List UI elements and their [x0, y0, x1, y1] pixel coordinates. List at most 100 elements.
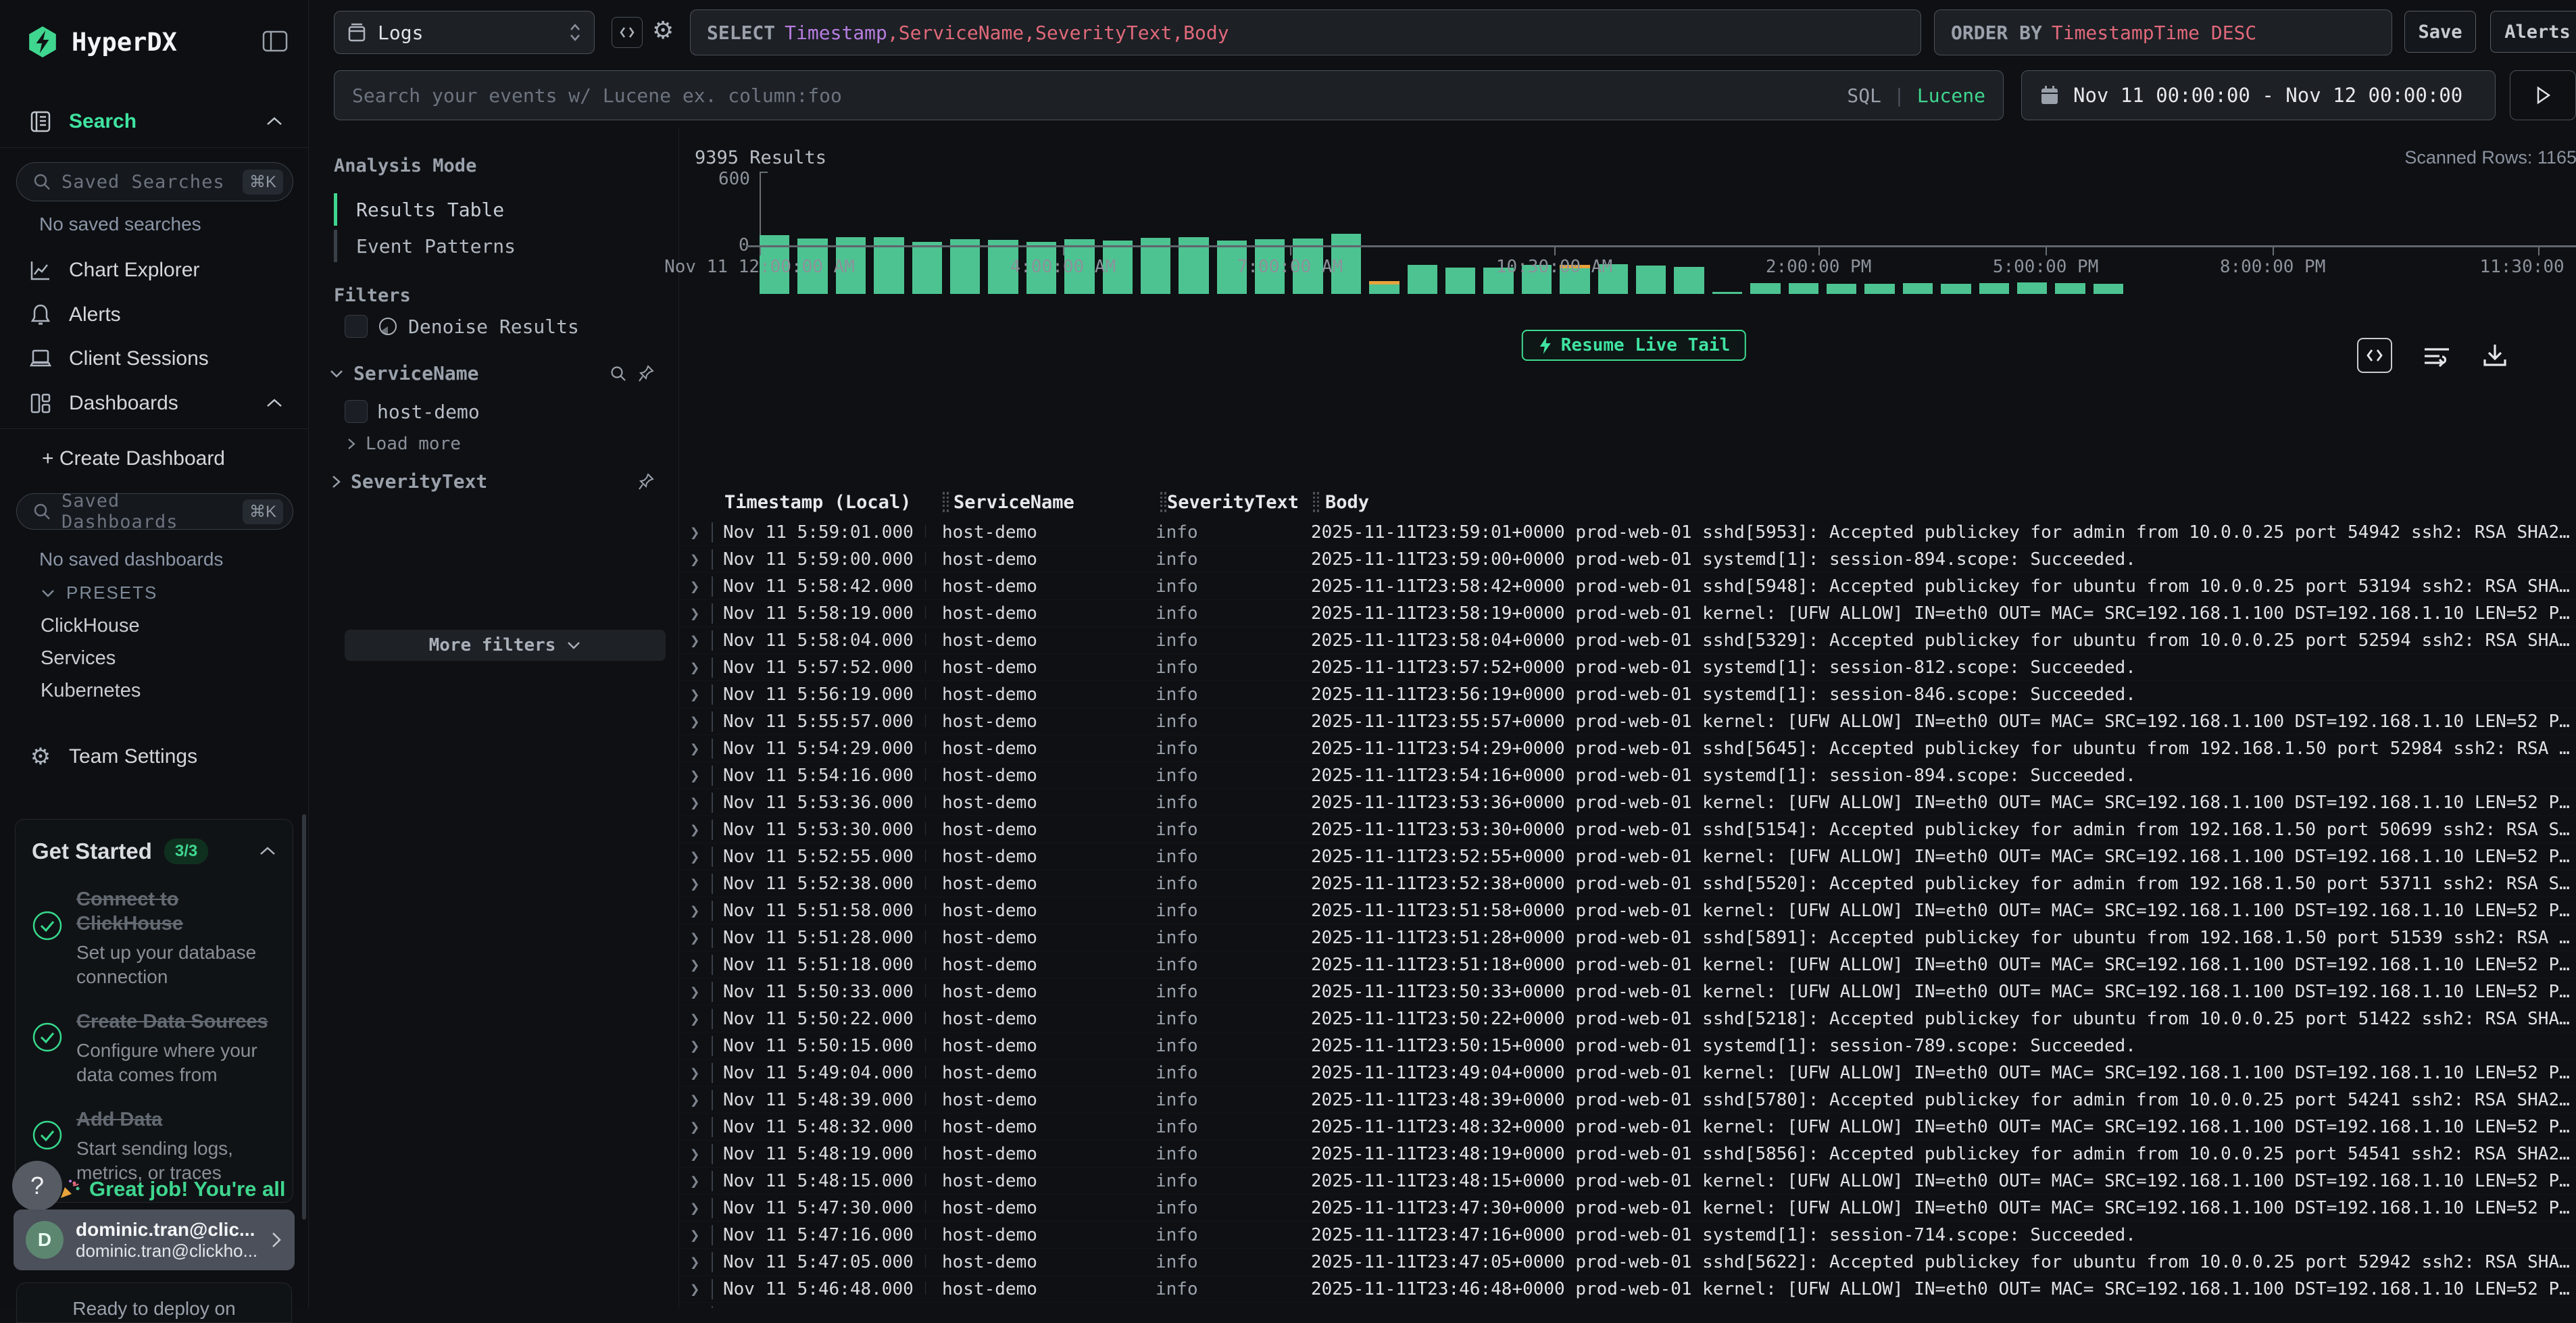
expand-row-icon[interactable]: ❯	[679, 604, 702, 623]
expand-row-icon[interactable]: ❯	[679, 1253, 702, 1272]
run-query-button[interactable]	[2510, 70, 2576, 120]
source-select[interactable]: Logs	[334, 11, 595, 54]
code-toggle-button[interactable]	[612, 17, 643, 48]
table-row[interactable]: ❯Nov 11 5:56:19.000 PMhost-demoinfo2025-…	[679, 681, 2576, 708]
table-row[interactable]: ❯Nov 11 5:46:48.000 PMhost-demoinfo2025-…	[679, 1276, 2576, 1303]
expand-row-icon[interactable]: ❯	[679, 1009, 702, 1028]
expand-row-icon[interactable]: ❯	[679, 1064, 702, 1082]
table-row[interactable]: ❯Nov 11 5:52:55.000 PMhost-demoinfo2025-…	[679, 843, 2576, 870]
preset-services[interactable]: Services	[41, 647, 116, 670]
expand-row-icon[interactable]: ❯	[679, 1226, 702, 1245]
expand-row-icon[interactable]: ❯	[679, 550, 702, 569]
help-button[interactable]: ?	[12, 1161, 62, 1211]
preset-clickhouse[interactable]: ClickHouse	[41, 615, 140, 637]
histogram-bar[interactable]	[1712, 292, 1742, 294]
table-row[interactable]: ❯Nov 11 5:59:01.000 PMhost-demoinfo2025-…	[679, 519, 2576, 546]
settings-gear-icon[interactable]: ⚙	[652, 16, 674, 45]
host-demo-checkbox[interactable]	[345, 400, 368, 423]
table-row[interactable]: ❯Nov 11 5:47:05.000 PMhost-demoinfo2025-…	[679, 1249, 2576, 1276]
table-row[interactable]: ❯Nov 11 5:48:39.000 PMhost-demoinfo2025-…	[679, 1087, 2576, 1114]
sidebar-item-team-settings[interactable]: ⚙ Team Settings	[27, 743, 284, 770]
table-row[interactable]: ❯Nov 11 5:45:31.000 PMhost-demoinfo2025-…	[679, 1303, 2576, 1308]
column-resize-handle[interactable]	[943, 492, 945, 512]
denoise-filter[interactable]: Denoise Results	[345, 315, 655, 338]
table-row[interactable]: ❯Nov 11 5:51:58.000 PMhost-demoinfo2025-…	[679, 897, 2576, 924]
facet-severitytext[interactable]: SeverityText	[330, 470, 666, 493]
table-row[interactable]: ❯Nov 11 5:51:28.000 PMhost-demoinfo2025-…	[679, 924, 2576, 951]
pin-icon[interactable]	[637, 472, 655, 491]
more-filters-button[interactable]: More filters	[345, 630, 666, 661]
table-row[interactable]: ❯Nov 11 5:59:00.000 PMhost-demoinfo2025-…	[679, 546, 2576, 573]
table-row[interactable]: ❯Nov 11 5:48:32.000 PMhost-demoinfo2025-…	[679, 1114, 2576, 1141]
table-row[interactable]: ❯Nov 11 5:54:16.000 PMhost-demoinfo2025-…	[679, 762, 2576, 789]
wrap-text-icon[interactable]	[2422, 343, 2452, 368]
save-button[interactable]: Save	[2404, 11, 2476, 53]
date-range-picker[interactable]: Nov 11 00:00:00 - Nov 12 00:00:00	[2021, 70, 2496, 120]
sidebar-item-client-sessions[interactable]: Client Sessions	[27, 347, 284, 370]
expand-row-icon[interactable]: ❯	[679, 523, 702, 542]
get-started-task[interactable]: Create Data SourcesConfigure where your …	[32, 1009, 276, 1087]
expand-row-icon[interactable]: ❯	[679, 1118, 702, 1137]
presets-toggle[interactable]: PRESETS	[41, 582, 157, 603]
column-resize-handle[interactable]	[1160, 492, 1162, 512]
load-more-button[interactable]: Load more	[347, 434, 461, 454]
table-row[interactable]: ❯Nov 11 5:48:15.000 PMhost-demoinfo2025-…	[679, 1168, 2576, 1195]
expand-row-icon[interactable]: ❯	[679, 793, 702, 812]
expand-row-icon[interactable]: ❯	[679, 1280, 702, 1299]
expand-row-icon[interactable]: ❯	[679, 658, 702, 677]
expand-row-icon[interactable]: ❯	[679, 1145, 702, 1164]
expand-row-icon[interactable]: ❯	[679, 685, 702, 704]
get-started-task[interactable]: Add DataStart sending logs, metrics, or …	[32, 1107, 276, 1185]
expand-row-icon[interactable]: ❯	[679, 577, 702, 596]
sidebar-item-search[interactable]: Search	[27, 109, 284, 134]
table-row[interactable]: ❯Nov 11 5:52:38.000 PMhost-demoinfo2025-…	[679, 870, 2576, 897]
lang-sql-toggle[interactable]: SQL	[1847, 84, 1881, 107]
denoise-checkbox[interactable]	[345, 315, 368, 338]
expand-row-icon[interactable]: ❯	[679, 1091, 702, 1109]
table-row[interactable]: ❯Nov 11 5:55:57.000 PMhost-demoinfo2025-…	[679, 708, 2576, 735]
download-icon[interactable]	[2481, 342, 2508, 369]
expand-row-icon[interactable]: ❯	[679, 874, 702, 893]
alerts-button[interactable]: Alerts	[2490, 11, 2576, 53]
chevron-up-icon[interactable]	[259, 846, 276, 857]
saved-searches-input[interactable]: Saved Searches ⌘K	[16, 162, 293, 201]
table-row[interactable]: ❯Nov 11 5:47:16.000 PMhost-demoinfo2025-…	[679, 1222, 2576, 1249]
select-clause-input[interactable]: SELECT Timestamp,ServiceName,SeverityTex…	[690, 9, 1921, 55]
expand-row-icon[interactable]: ❯	[679, 901, 702, 920]
sidebar-item-alerts[interactable]: Alerts	[27, 303, 284, 327]
resume-live-tail-button[interactable]: Resume Live Tail	[1522, 330, 1746, 361]
expand-row-icon[interactable]: ❯	[679, 955, 702, 974]
event-search-input[interactable]: Search your events w/ Lucene ex. column:…	[334, 70, 2004, 120]
col-body[interactable]: Body	[1325, 492, 1369, 513]
col-severitytext[interactable]: SeverityText	[1167, 492, 1299, 513]
table-row[interactable]: ❯Nov 11 5:53:36.000 PMhost-demoinfo2025-…	[679, 789, 2576, 816]
table-row[interactable]: ❯Nov 11 5:54:29.000 PMhost-demoinfo2025-…	[679, 735, 2576, 762]
user-menu[interactable]: D dominic.tran@clic... dominic.tran@clic…	[14, 1209, 295, 1270]
table-row[interactable]: ❯Nov 11 5:50:15.000 PMhost-demoinfo2025-…	[679, 1032, 2576, 1059]
table-row[interactable]: ❯Nov 11 5:48:19.000 PMhost-demoinfo2025-…	[679, 1141, 2576, 1168]
facet-value-host-demo[interactable]: host-demo	[345, 400, 480, 423]
sidebar-scrollbar[interactable]	[302, 814, 306, 1220]
table-row[interactable]: ❯Nov 11 5:51:18.000 PMhost-demoinfo2025-…	[679, 951, 2576, 978]
facet-search-icon[interactable]	[609, 364, 628, 383]
pin-icon[interactable]	[637, 364, 655, 383]
sidebar-item-chart-explorer[interactable]: Chart Explorer	[27, 258, 284, 282]
lang-lucene-toggle[interactable]: Lucene	[1917, 84, 1985, 107]
expand-row-icon[interactable]: ❯	[679, 1199, 702, 1218]
table-row[interactable]: ❯Nov 11 5:47:30.000 PMhost-demoinfo2025-…	[679, 1195, 2576, 1222]
table-row[interactable]: ❯Nov 11 5:50:22.000 PMhost-demoinfo2025-…	[679, 1005, 2576, 1032]
preset-kubernetes[interactable]: Kubernetes	[41, 680, 141, 702]
expand-row-icon[interactable]: ❯	[679, 928, 702, 947]
code-view-icon[interactable]	[2357, 338, 2392, 373]
get-started-task[interactable]: Connect to ClickHouseSet up your databas…	[32, 887, 276, 989]
collapse-sidebar-icon[interactable]	[262, 30, 288, 53]
table-row[interactable]: ❯Nov 11 5:49:04.000 PMhost-demoinfo2025-…	[679, 1059, 2576, 1087]
order-by-input[interactable]: ORDER BY TimestampTime DESC	[1934, 9, 2392, 55]
table-row[interactable]: ❯Nov 11 5:58:42.000 PMhost-demoinfo2025-…	[679, 573, 2576, 600]
col-servicename[interactable]: ServiceName	[953, 492, 1074, 513]
expand-row-icon[interactable]: ❯	[679, 847, 702, 866]
column-resize-handle[interactable]	[1313, 492, 1315, 512]
expand-row-icon[interactable]: ❯	[679, 766, 702, 785]
col-timestamp[interactable]: Timestamp (Local)	[724, 492, 911, 513]
expand-row-icon[interactable]: ❯	[679, 631, 702, 650]
